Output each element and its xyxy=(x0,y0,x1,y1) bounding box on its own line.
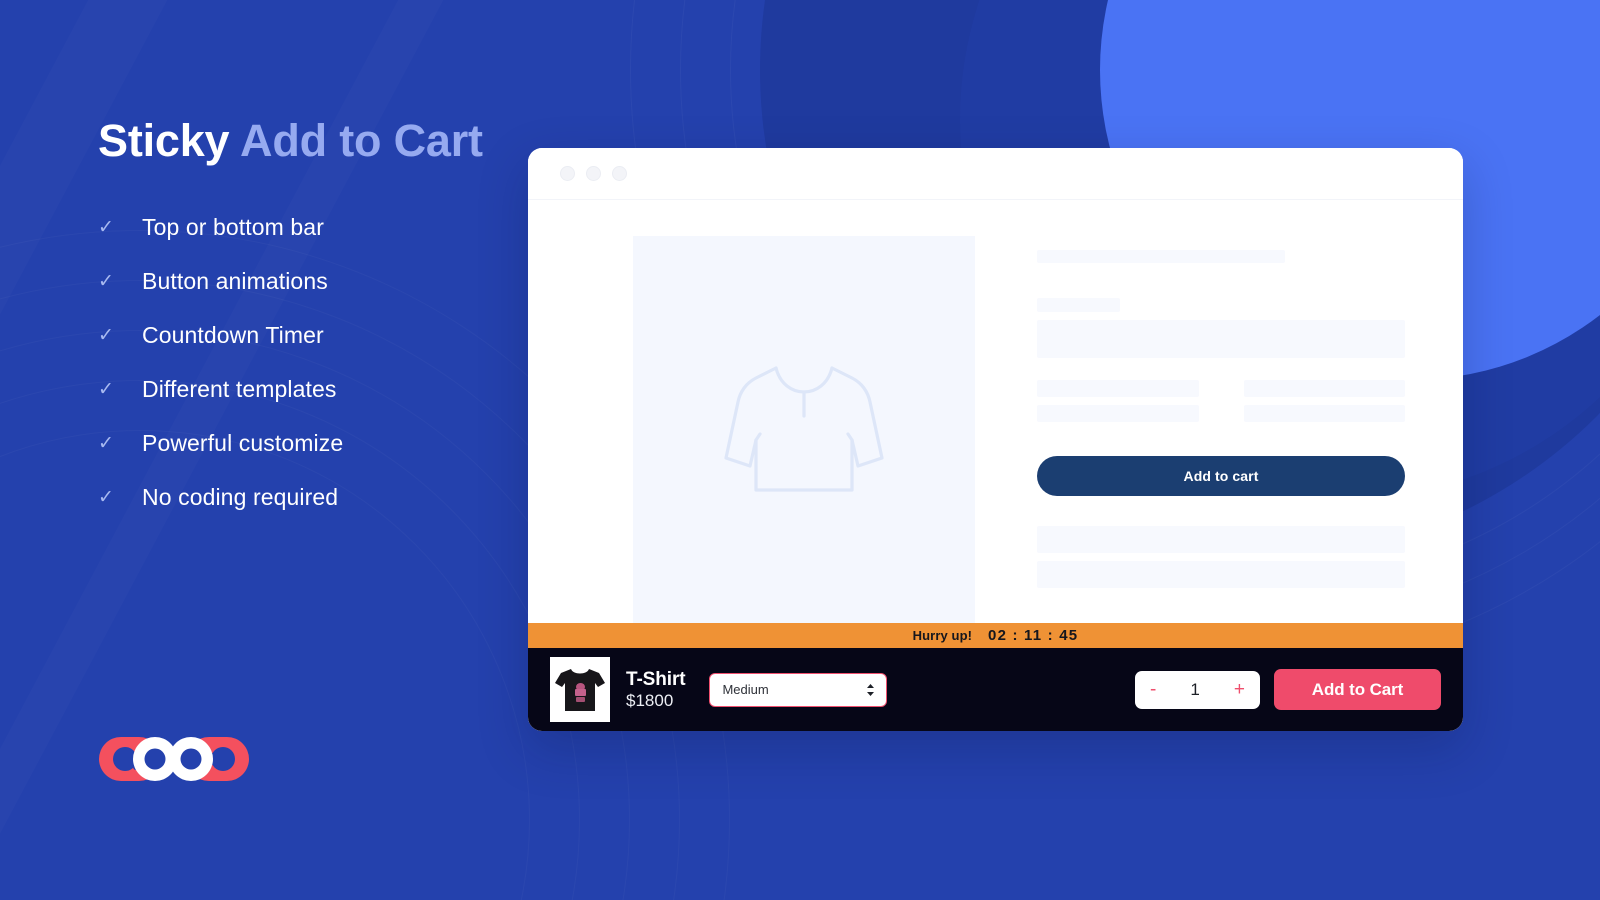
skeleton-footer-block-2 xyxy=(1037,561,1405,588)
brand-logo xyxy=(99,731,259,787)
feature-label: Countdown Timer xyxy=(142,322,324,349)
feature-item-top-or-bottom-bar: ✓ Top or bottom bar xyxy=(98,201,518,255)
sticky-product-info: T-Shirt $1800 xyxy=(626,668,686,712)
skeleton-footer-group xyxy=(1037,526,1405,588)
skeleton-product-description xyxy=(1037,320,1405,358)
skeleton-option-left xyxy=(1037,405,1199,422)
browser-viewport: Add to cart Hurry up! 02 : 11 : 45 T-Shi… xyxy=(528,200,1463,731)
skeleton-option-left xyxy=(1037,380,1199,397)
window-dot-close-icon[interactable] xyxy=(560,166,575,181)
sticky-add-to-cart-bar: T-Shirt $1800 Medium - 1 + Add to Cart xyxy=(528,648,1463,731)
check-icon: ✓ xyxy=(98,325,114,347)
sticky-add-to-cart-button[interactable]: Add to Cart xyxy=(1274,669,1441,710)
product-page-layout: Add to cart xyxy=(528,236,1463,628)
skeleton-product-title xyxy=(1037,250,1285,263)
feature-label: Top or bottom bar xyxy=(142,214,324,241)
window-dot-minimize-icon[interactable] xyxy=(586,166,601,181)
check-icon: ✓ xyxy=(98,379,114,401)
page-title-primary: Sticky xyxy=(98,115,241,166)
feature-item-countdown-timer: ✓ Countdown Timer xyxy=(98,309,518,363)
feature-item-powerful-customize: ✓ Powerful customize xyxy=(98,417,518,471)
skeleton-option-right xyxy=(1243,380,1405,397)
skeleton-footer-block-1 xyxy=(1037,526,1405,553)
variant-select[interactable]: Medium xyxy=(709,672,888,707)
feature-item-no-coding-required: ✓ No coding required xyxy=(98,471,518,525)
select-arrows-icon xyxy=(867,683,875,696)
skeleton-option-row-2 xyxy=(1037,405,1405,422)
product-detail-panel: Add to cart xyxy=(975,236,1463,628)
skeleton-option-right xyxy=(1243,405,1405,422)
countdown-timer-bar: Hurry up! 02 : 11 : 45 xyxy=(528,623,1463,648)
add-to-cart-button[interactable]: Add to cart xyxy=(1037,456,1405,496)
quantity-increment-button[interactable]: + xyxy=(1234,680,1245,699)
check-icon: ✓ xyxy=(98,217,114,239)
browser-mockup-window: Add to cart Hurry up! 02 : 11 : 45 T-Shi… xyxy=(528,148,1463,731)
page-title: Sticky Add to Cart xyxy=(98,108,518,175)
check-icon: ✓ xyxy=(98,487,114,509)
feature-item-different-templates: ✓ Different templates xyxy=(98,363,518,417)
quantity-stepper[interactable]: - 1 + xyxy=(1135,670,1260,709)
feature-label: No coding required xyxy=(142,484,339,511)
product-image-placeholder xyxy=(633,236,975,628)
quantity-decrement-button[interactable]: - xyxy=(1150,680,1156,699)
quantity-value: 1 xyxy=(1190,679,1200,699)
page-title-accent: Add to Cart xyxy=(240,115,483,166)
long-sleeve-shirt-icon xyxy=(724,366,884,492)
feature-label: Powerful customize xyxy=(142,430,344,457)
sticky-product-price: $1800 xyxy=(626,690,674,710)
sticky-product-name: T-Shirt xyxy=(626,668,686,690)
feature-list: ✓ Top or bottom bar ✓ Button animations … xyxy=(98,201,518,525)
countdown-label: Hurry up! xyxy=(912,628,973,643)
feature-label: Button animations xyxy=(142,268,328,295)
browser-titlebar xyxy=(528,148,1463,200)
countdown-time: 02 : 11 : 45 xyxy=(988,627,1079,644)
chevron-updown-icon xyxy=(866,683,875,697)
feature-label: Different templates xyxy=(142,376,337,403)
feature-item-button-animations: ✓ Button animations xyxy=(98,255,518,309)
check-icon: ✓ xyxy=(98,433,114,455)
product-thumbnail[interactable] xyxy=(550,657,610,722)
window-dot-maximize-icon[interactable] xyxy=(612,166,627,181)
check-icon: ✓ xyxy=(98,271,114,293)
black-tshirt-thumbnail-icon xyxy=(555,668,605,711)
skeleton-option-row-1 xyxy=(1037,380,1405,397)
good-logo-icon xyxy=(99,737,249,781)
skeleton-product-subtitle xyxy=(1037,298,1120,312)
variant-select-value: Medium xyxy=(722,682,769,697)
hero-content: Sticky Add to Cart ✓ Top or bottom bar ✓… xyxy=(98,108,518,525)
